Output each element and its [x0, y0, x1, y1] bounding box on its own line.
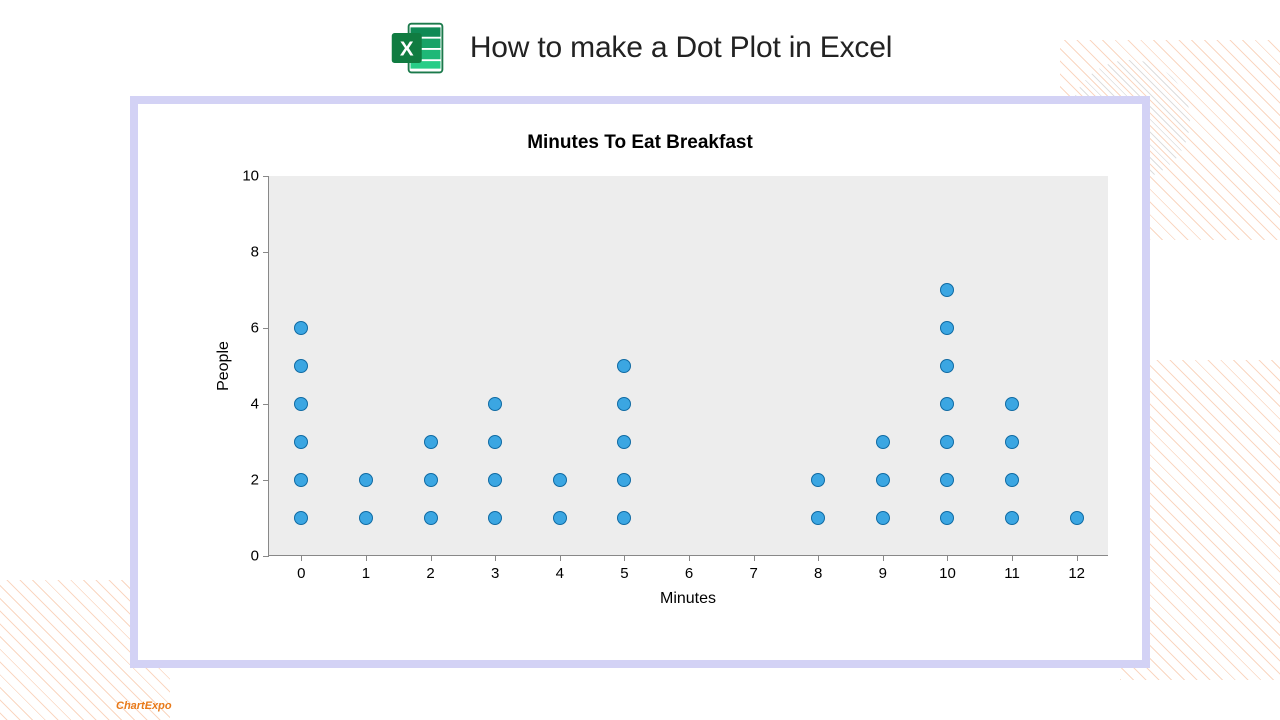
- y-tick-label: 10: [242, 168, 259, 185]
- plot-area: 02468100123456789101112: [268, 176, 1108, 556]
- data-dot: [940, 511, 954, 525]
- data-dot: [294, 511, 308, 525]
- x-tick: [689, 555, 690, 561]
- y-tick: [263, 328, 269, 329]
- data-dot: [488, 397, 502, 411]
- x-tick-label: 6: [685, 565, 693, 582]
- x-tick-label: 0: [297, 565, 305, 582]
- x-tick: [754, 555, 755, 561]
- data-dot: [488, 435, 502, 449]
- x-tick: [883, 555, 884, 561]
- data-dot: [424, 435, 438, 449]
- data-dot: [876, 435, 890, 449]
- data-dot: [1005, 397, 1019, 411]
- data-dot: [294, 397, 308, 411]
- y-tick: [263, 176, 269, 177]
- y-tick: [263, 556, 269, 557]
- data-dot: [424, 473, 438, 487]
- data-dot: [940, 283, 954, 297]
- x-tick-label: 5: [620, 565, 628, 582]
- x-axis-label: Minutes: [268, 590, 1108, 608]
- data-dot: [1005, 511, 1019, 525]
- data-dot: [617, 511, 631, 525]
- data-dot: [294, 321, 308, 335]
- x-tick-label: 10: [939, 565, 956, 582]
- data-dot: [553, 511, 567, 525]
- data-dot: [940, 397, 954, 411]
- y-tick-label: 6: [251, 320, 259, 337]
- x-tick: [818, 555, 819, 561]
- data-dot: [359, 511, 373, 525]
- x-tick: [366, 555, 367, 561]
- x-tick: [947, 555, 948, 561]
- x-tick-label: 4: [556, 565, 564, 582]
- x-tick-label: 7: [749, 565, 757, 582]
- x-tick: [624, 555, 625, 561]
- data-dot: [940, 359, 954, 373]
- data-dot: [811, 473, 825, 487]
- data-dot: [1005, 435, 1019, 449]
- x-tick-label: 3: [491, 565, 499, 582]
- chart-frame: Minutes To Eat Breakfast People Minutes …: [130, 96, 1150, 668]
- data-dot: [617, 359, 631, 373]
- y-tick-label: 8: [251, 244, 259, 261]
- page-header: X How to make a Dot Plot in Excel: [0, 18, 1280, 78]
- y-tick-label: 4: [251, 396, 259, 413]
- data-dot: [617, 397, 631, 411]
- excel-icon: X: [388, 18, 448, 78]
- data-dot: [811, 511, 825, 525]
- y-tick: [263, 404, 269, 405]
- data-dot: [940, 321, 954, 335]
- data-dot: [1070, 511, 1084, 525]
- data-dot: [294, 359, 308, 373]
- y-axis-label: People: [215, 341, 233, 391]
- x-tick-label: 12: [1068, 565, 1085, 582]
- data-dot: [294, 473, 308, 487]
- y-tick: [263, 480, 269, 481]
- x-tick: [1012, 555, 1013, 561]
- data-dot: [617, 473, 631, 487]
- brand-watermark: ChartExpo: [116, 700, 172, 712]
- data-dot: [488, 473, 502, 487]
- x-tick-label: 9: [879, 565, 887, 582]
- data-dot: [617, 435, 631, 449]
- data-dot: [940, 473, 954, 487]
- data-dot: [940, 435, 954, 449]
- data-dot: [424, 511, 438, 525]
- page-title: How to make a Dot Plot in Excel: [470, 31, 892, 65]
- y-tick-label: 0: [251, 548, 259, 565]
- data-dot: [876, 511, 890, 525]
- x-tick-label: 8: [814, 565, 822, 582]
- x-tick: [495, 555, 496, 561]
- data-dot: [876, 473, 890, 487]
- x-tick-label: 11: [1004, 565, 1020, 582]
- svg-text:X: X: [400, 38, 414, 61]
- data-dot: [359, 473, 373, 487]
- x-tick-label: 1: [362, 565, 370, 582]
- x-tick: [560, 555, 561, 561]
- x-tick: [301, 555, 302, 561]
- data-dot: [294, 435, 308, 449]
- x-tick: [1077, 555, 1078, 561]
- chart-title: Minutes To Eat Breakfast: [138, 132, 1142, 154]
- x-tick: [431, 555, 432, 561]
- data-dot: [553, 473, 567, 487]
- x-tick-label: 2: [426, 565, 434, 582]
- data-dot: [488, 511, 502, 525]
- y-tick: [263, 252, 269, 253]
- data-dot: [1005, 473, 1019, 487]
- y-tick-label: 2: [251, 472, 259, 489]
